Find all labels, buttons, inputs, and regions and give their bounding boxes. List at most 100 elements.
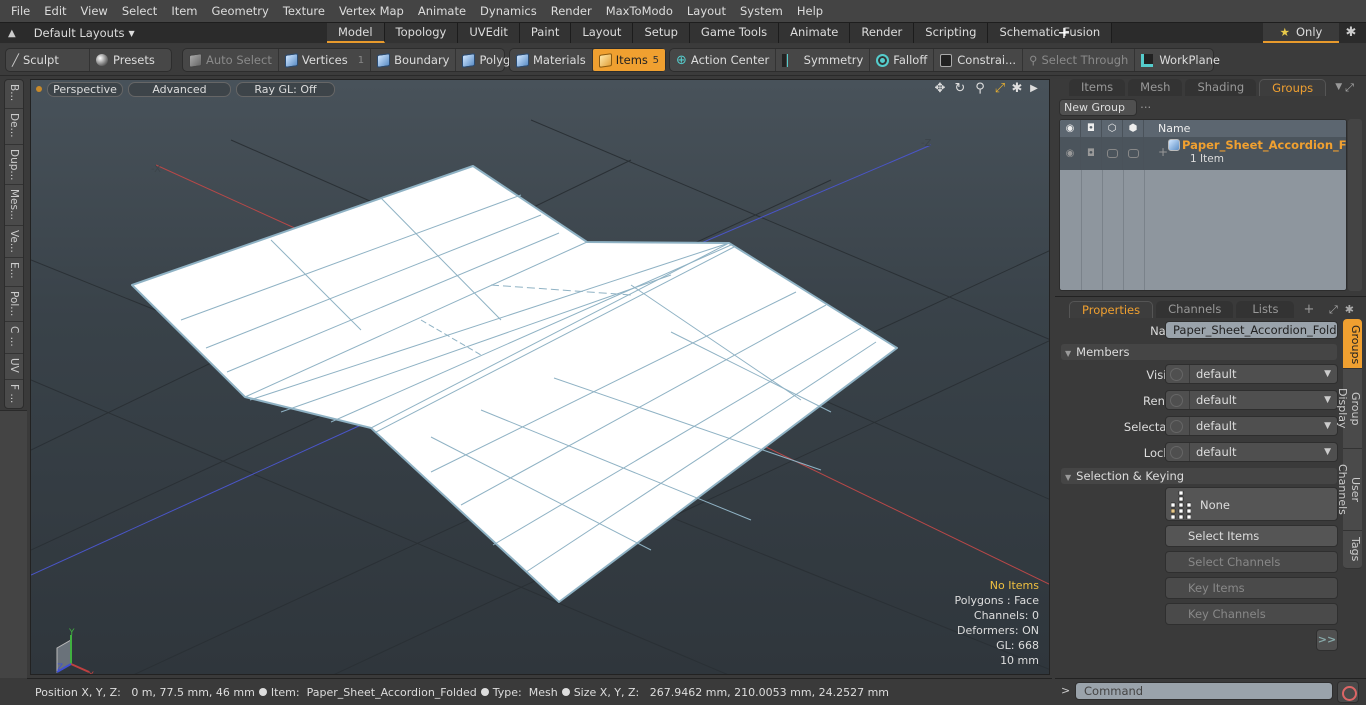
- constraints-button[interactable]: Constrai...: [934, 49, 1024, 71]
- items-button[interactable]: Items 5: [592, 49, 665, 71]
- strip-tab-mesh-edit[interactable]: Mes...: [5, 185, 23, 226]
- locked-radio[interactable]: [1170, 445, 1183, 459]
- expand-group-icon[interactable]: +: [1158, 145, 1168, 159]
- auto-select-button[interactable]: Auto Select: [183, 49, 279, 71]
- hierarchy-selector[interactable]: None: [1165, 487, 1338, 521]
- selectable-radio[interactable]: [1170, 419, 1183, 433]
- sculpt-button[interactable]: ╱ Sculpt: [6, 49, 90, 71]
- side-tab-groups[interactable]: Groups: [1343, 319, 1362, 369]
- menu-dynamics[interactable]: Dynamics: [473, 0, 544, 22]
- 3d-viewport[interactable]: Perspective Advanced Ray GL: Off ✥ ↻ ⚲ ⤢…: [30, 79, 1050, 675]
- collapse-up-icon[interactable]: ▲: [8, 28, 16, 39]
- side-tab-tags[interactable]: Tags: [1343, 531, 1362, 569]
- row-lock-toggle[interactable]: [1123, 137, 1144, 170]
- new-group-button[interactable]: New Group: [1059, 99, 1137, 116]
- visibility-column-icon[interactable]: ◉: [1060, 120, 1081, 137]
- strip-tab-deform[interactable]: De...: [5, 109, 23, 145]
- add-properties-tab[interactable]: +: [1303, 301, 1314, 318]
- tab-groups[interactable]: Groups: [1259, 79, 1327, 96]
- menu-render[interactable]: Render: [544, 0, 599, 22]
- tab-topology[interactable]: Topology: [384, 23, 459, 43]
- select-items-button[interactable]: Select Items: [1165, 525, 1338, 547]
- selectable-dropdown[interactable]: default ▼: [1165, 416, 1338, 436]
- strip-tab-polygon[interactable]: Pol...: [5, 287, 23, 322]
- record-macro-button[interactable]: [1337, 681, 1359, 703]
- render-dropdown[interactable]: default ▼: [1165, 390, 1338, 410]
- falloff-button[interactable]: Falloff: [870, 49, 935, 71]
- tab-scripting[interactable]: Scripting: [914, 23, 989, 43]
- tab-game-tools[interactable]: Game Tools: [689, 23, 780, 43]
- menu-select[interactable]: Select: [115, 0, 164, 22]
- properties-gear-icon[interactable]: ✱: [1345, 301, 1354, 318]
- tab-items[interactable]: Items: [1069, 79, 1126, 96]
- materials-button[interactable]: Materials: [510, 49, 593, 71]
- render-column-icon[interactable]: ◘: [1081, 120, 1102, 137]
- tab-uvedit[interactable]: UVEdit: [458, 23, 520, 43]
- tab-layout[interactable]: Layout: [571, 23, 634, 43]
- command-input[interactable]: Command: [1075, 682, 1333, 700]
- selection-keying-section[interactable]: ▼ Selection & Keying: [1061, 468, 1337, 484]
- tab-shading[interactable]: Shading: [1185, 79, 1257, 96]
- key-items-button[interactable]: Key Items: [1165, 577, 1338, 599]
- menu-file[interactable]: File: [4, 0, 37, 22]
- strip-tab-vertex[interactable]: Ve...: [5, 226, 23, 258]
- workplane-button[interactable]: WorkPlane: [1135, 49, 1226, 71]
- side-tab-group-display[interactable]: Group Display: [1336, 369, 1362, 449]
- tab-schematic-fusion[interactable]: Schematic Fusion: [988, 23, 1113, 43]
- select-channels-button[interactable]: Select Channels: [1165, 551, 1338, 573]
- tabs-dropdown-icon[interactable]: ▼: [1335, 79, 1342, 96]
- gear-icon[interactable]: ✱: [1342, 23, 1360, 43]
- strip-tab-curve[interactable]: C ...: [5, 322, 23, 354]
- tab-render[interactable]: Render: [850, 23, 915, 43]
- strip-tab-fusion[interactable]: F ...: [5, 380, 23, 408]
- groups-scrollbar[interactable]: [1348, 119, 1362, 291]
- paper-sheet-mesh[interactable]: [131, 165, 898, 603]
- menu-vertex-map[interactable]: Vertex Map: [332, 0, 411, 22]
- row-select-toggle[interactable]: [1102, 137, 1123, 170]
- more-button[interactable]: >>: [1316, 629, 1338, 651]
- lock-column-icon[interactable]: ⬢: [1123, 120, 1144, 137]
- tab-channels[interactable]: Channels: [1156, 301, 1234, 318]
- boundary-button[interactable]: Boundary: [371, 49, 457, 71]
- strip-tab-uv[interactable]: UV: [5, 354, 23, 380]
- group-row[interactable]: ◉ ◘ + Paper_Sheet_Accordion_F... 1 Item: [1060, 137, 1346, 170]
- visible-radio[interactable]: [1170, 367, 1183, 381]
- tab-properties[interactable]: Properties: [1069, 301, 1154, 318]
- menu-layout[interactable]: Layout: [680, 0, 733, 22]
- expand-panel-icon[interactable]: ⤢: [1345, 79, 1354, 96]
- tab-model[interactable]: Model: [327, 23, 385, 43]
- key-channels-button[interactable]: Key Channels: [1165, 603, 1338, 625]
- locked-dropdown[interactable]: default ▼: [1165, 442, 1338, 462]
- layout-selector[interactable]: ▲ Default Layouts ▼: [8, 23, 135, 43]
- side-tab-user-channels[interactable]: User Channels: [1336, 449, 1362, 531]
- render-radio[interactable]: [1170, 393, 1183, 407]
- select-column-icon[interactable]: ⬡: [1102, 120, 1123, 137]
- menu-geometry[interactable]: Geometry: [205, 0, 276, 22]
- menu-item[interactable]: Item: [164, 0, 204, 22]
- tab-setup[interactable]: Setup: [633, 23, 690, 43]
- strip-tab-basic[interactable]: B...: [5, 80, 23, 109]
- menu-animate[interactable]: Animate: [411, 0, 473, 22]
- tab-paint[interactable]: Paint: [519, 23, 572, 43]
- symmetry-button[interactable]: Symmetry: [776, 49, 871, 71]
- expand-properties-icon[interactable]: ⤢: [1329, 301, 1338, 318]
- add-tab-button[interactable]: +: [1056, 23, 1072, 43]
- tab-lists[interactable]: Lists: [1236, 301, 1295, 318]
- strip-tab-edge[interactable]: E...: [5, 258, 23, 287]
- menu-help[interactable]: Help: [790, 0, 830, 22]
- row-render-icon[interactable]: ◘: [1081, 137, 1102, 170]
- row-visibility-icon[interactable]: ◉: [1060, 137, 1081, 170]
- action-center-button[interactable]: ⊕ Action Center: [670, 49, 777, 71]
- menu-system[interactable]: System: [733, 0, 790, 22]
- tab-animate[interactable]: Animate: [779, 23, 851, 43]
- visible-dropdown[interactable]: default ▼: [1165, 364, 1338, 384]
- menu-edit[interactable]: Edit: [37, 0, 73, 22]
- menu-maxtomodo[interactable]: MaxToModo: [599, 0, 680, 22]
- only-button[interactable]: ★ Only: [1263, 23, 1339, 43]
- name-field[interactable]: Paper_Sheet_Accordion_Folded (: [1165, 321, 1338, 339]
- strip-tab-duplicate[interactable]: Dup...: [5, 145, 23, 185]
- tab-mesh[interactable]: Mesh ...: [1128, 79, 1183, 111]
- menu-texture[interactable]: Texture: [276, 0, 332, 22]
- menu-view[interactable]: View: [74, 0, 115, 22]
- select-through-button[interactable]: ⚲ Select Through: [1023, 49, 1136, 71]
